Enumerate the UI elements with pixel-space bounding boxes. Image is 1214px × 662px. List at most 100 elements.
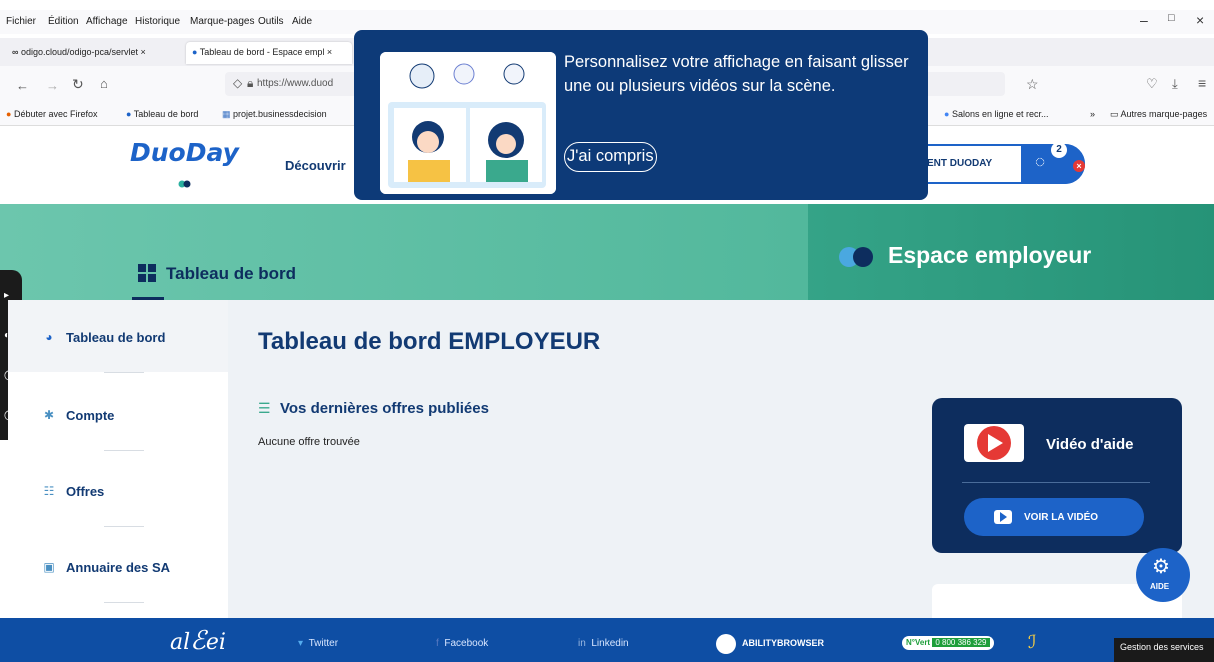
sidebar: ◕ Tableau de bord ✱ Compte ☷ Offres ▣ An… [8, 300, 228, 620]
sidebar-item-label: Annuaire des SA [66, 560, 171, 575]
google-icon: ● [944, 109, 950, 119]
bookmark-label: Salons en ligne et recr... [951, 109, 1049, 119]
illustration-image [380, 52, 556, 194]
bookmark-label: Débuter avec Firefox [13, 109, 98, 119]
tab-close-icon[interactable]: × [327, 47, 332, 57]
bookmark-label: projet.businessdecision [233, 109, 327, 119]
tab-label: odigo.cloud/odigo-pca/servlet [20, 47, 139, 57]
phone-badge[interactable]: N°Vert 0 800 386 329 [902, 636, 994, 650]
gear-icon: ✱ [43, 408, 55, 422]
space-label: Espace employeur [888, 242, 1092, 268]
bookmark-label: Tableau de bord [133, 109, 199, 119]
twitter-link[interactable]: ▾ Twitter [298, 638, 338, 649]
facebook-link[interactable]: f Facebook [436, 638, 488, 649]
bookmark-businessdecision[interactable]: ▦ projet.businessdecision [222, 109, 327, 120]
help-video-card: Vidéo d'aide VOIR LA VIDÉO [932, 398, 1182, 553]
duoday-logo[interactable]: DuoDay [130, 138, 239, 167]
app-menu-icon[interactable]: ≡ [1198, 75, 1206, 91]
divider [962, 482, 1150, 483]
footer: alℰei ▾ Twitter f Facebook in Linkedin A… [0, 618, 1214, 662]
nav-discover[interactable]: Découvrir [285, 158, 346, 173]
watch-video-button[interactable]: VOIR LA VIDÉO [964, 498, 1144, 536]
sidebar-item-offers[interactable]: ☷ Offres [8, 454, 228, 527]
sidebar-item-label: Tableau de bord [66, 330, 166, 345]
menu-bookmarks[interactable]: Marque-pages [190, 16, 254, 27]
popup-message: Personnalisez votre affichage en faisant… [564, 53, 909, 95]
help-fab[interactable]: ⚙ AIDE [1136, 548, 1190, 602]
alcei-logo[interactable]: alℰei [170, 626, 226, 656]
menu-edit[interactable]: Édition [48, 16, 79, 27]
bookmarks-more-icon[interactable]: » [1090, 109, 1095, 119]
chat-bubble-icon: ◌ [1035, 152, 1046, 171]
bookmark-salons[interactable]: ● Salons en ligne et recr... [944, 109, 1049, 119]
hero-left [0, 204, 808, 300]
bookmark-other[interactable]: ▭ Autres marque-pages [1110, 109, 1207, 120]
list-icon: ☷ [43, 484, 55, 498]
forward-icon[interactable]: → [46, 78, 59, 93]
bookmark-star-icon[interactable]: ☆ [1026, 76, 1039, 93]
close-window-button[interactable]: × [1196, 12, 1204, 28]
firefox-icon: ● [6, 109, 12, 119]
reload-icon[interactable]: ↻ [72, 76, 84, 93]
maximize-button[interactable]: □ [1168, 12, 1175, 24]
video-stage-illustration [380, 52, 556, 194]
linkedin-link[interactable]: in Linkedin [578, 638, 629, 649]
empty-text: Aucune offre trouvée [258, 436, 360, 448]
menu-view[interactable]: Affichage [86, 16, 128, 27]
divider [104, 372, 144, 373]
download-icon[interactable]: ⤓ [1172, 76, 1178, 92]
hearing-icon: ℐ [1028, 632, 1037, 652]
twitter-label: Twitter [308, 638, 339, 649]
espace-dots-icon [839, 247, 873, 267]
sidebar-item-label: Offres [66, 484, 105, 499]
video-play-icon [964, 424, 1024, 462]
tab-odigo[interactable]: ∞ odigo.cloud/odigo-pca/servlet × [6, 42, 184, 64]
divider [104, 602, 144, 603]
phone-number: 0 800 386 329 [932, 638, 990, 647]
odigo-favicon-icon: ∞ [12, 47, 19, 57]
lifebuoy-icon: ⚙ [1152, 556, 1170, 578]
dashboard-grid-icon [138, 264, 156, 282]
logo-dots-icon [178, 180, 191, 188]
abilitybrowser-label[interactable]: ABILITYBROWSER [742, 638, 824, 648]
minimize-button[interactable]: – [1140, 12, 1148, 28]
bookmark-dashboard[interactable]: ● Tableau de bord [126, 109, 198, 119]
bookmark-firefox[interactable]: ● Débuter avec Firefox [6, 109, 98, 119]
abilitybrowser-icon[interactable] [716, 634, 736, 654]
sidebar-item-directory[interactable]: ▣ Annuaire des SA [8, 530, 228, 603]
section-title: Vos dernières offres publiées [280, 400, 489, 417]
grid-icon: ▦ [222, 109, 231, 119]
divider [104, 450, 144, 451]
sidebar-item-dashboard[interactable]: ◕ Tableau de bord [8, 300, 228, 373]
menu-help[interactable]: Aide [292, 16, 312, 27]
cta-button[interactable]: ENT DUODAY ◌ 2 [915, 142, 1085, 184]
close-circle-icon[interactable]: × [1073, 160, 1085, 172]
hero-tab-label[interactable]: Tableau de bord [166, 264, 296, 284]
services-button[interactable]: Gestion des services [1114, 638, 1214, 662]
tab-label: Tableau de bord - Espace empl [199, 47, 325, 57]
back-icon[interactable]: ← [16, 78, 29, 93]
phone-label: N°Vert [906, 638, 931, 647]
shield-icon[interactable]: ◇ [233, 76, 242, 90]
customize-popup: Personnalisez votre affichage en faisant… [354, 30, 928, 200]
menu-history[interactable]: Historique [135, 16, 180, 27]
tab-dashboard[interactable]: ● Tableau de bord - Espace empl × [186, 42, 352, 64]
duoday-favicon-icon: ● [192, 47, 198, 57]
divider [104, 526, 144, 527]
linkedin-icon: in [578, 638, 586, 649]
hero-band: Tableau de bord Espace employeur [0, 204, 1214, 300]
home-icon[interactable]: ⌂ [100, 76, 108, 91]
tab-close-icon[interactable]: × [141, 47, 146, 57]
notification-badge: 2 [1051, 142, 1067, 158]
got-it-button[interactable]: J'ai compris [564, 142, 657, 172]
pocket-icon[interactable]: ♡ [1146, 76, 1158, 92]
facebook-icon: f [436, 638, 439, 649]
menu-tools[interactable]: Outils [258, 16, 284, 27]
menu-file[interactable]: Fichier [6, 16, 36, 27]
twitter-icon: ▾ [298, 638, 304, 649]
sidebar-item-account[interactable]: ✱ Compte [8, 378, 228, 451]
duoday-icon: ● [126, 109, 132, 119]
url-text[interactable]: https://www.duod [257, 78, 333, 89]
dashboard-icon: ◕ [45, 330, 53, 344]
cta-label: ENT DUODAY [927, 158, 993, 169]
